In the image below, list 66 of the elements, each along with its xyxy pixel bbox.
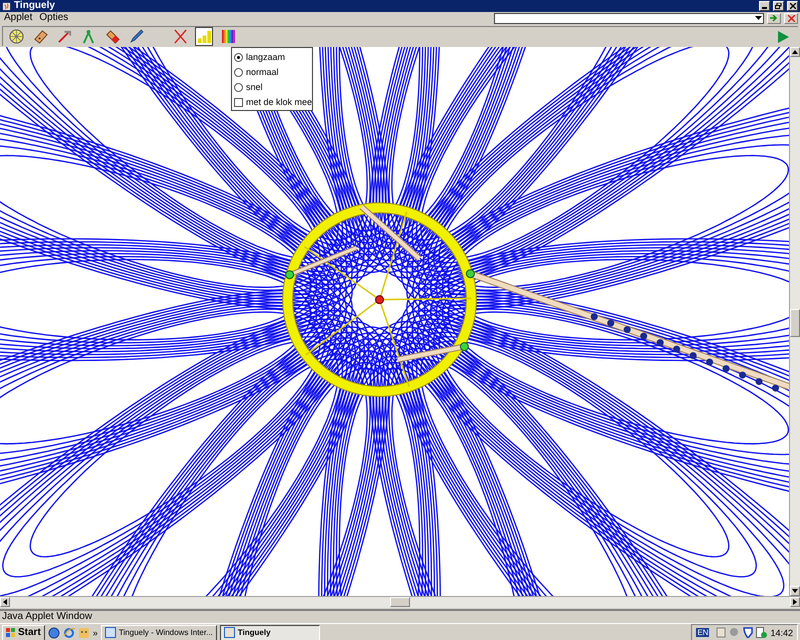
tool-button[interactable] bbox=[127, 27, 145, 46]
minimize-button[interactable] bbox=[759, 1, 770, 11]
menu-item[interactable]: Opties bbox=[37, 12, 74, 24]
pencil-icon bbox=[128, 29, 144, 44]
status-text: Java Applet Window bbox=[0, 609, 800, 622]
color-spectrum-icon bbox=[220, 29, 236, 44]
app-icon bbox=[104, 627, 116, 638]
taskbar-button[interactable]: Tinguely bbox=[220, 624, 320, 640]
scroll-down-button[interactable] bbox=[790, 586, 800, 596]
java-icon[interactable] bbox=[716, 627, 726, 638]
close-button[interactable] bbox=[787, 1, 798, 11]
right-arrow-icon bbox=[793, 599, 797, 606]
app-icon bbox=[224, 627, 235, 638]
windows-logo-icon bbox=[6, 628, 16, 638]
java-icon bbox=[2, 2, 11, 10]
left-arrow-icon bbox=[3, 599, 7, 606]
browser-icon[interactable] bbox=[62, 626, 75, 639]
clock: 14:42 bbox=[770, 628, 793, 638]
compass-icon bbox=[80, 29, 96, 44]
vertical-scrollbar[interactable] bbox=[789, 47, 800, 596]
stop-button[interactable] bbox=[784, 12, 798, 24]
taskbar-button[interactable]: Tinguely - Windows Inter... bbox=[100, 624, 217, 640]
go-button[interactable] bbox=[767, 12, 781, 24]
pin-icon bbox=[56, 29, 72, 44]
language-indicator[interactable]: EN bbox=[696, 628, 710, 638]
spirograph-canvas[interactable] bbox=[0, 47, 789, 596]
document-play-icon[interactable] bbox=[756, 627, 768, 638]
bar-chart-icon bbox=[196, 29, 212, 44]
tag-icon bbox=[32, 29, 48, 44]
shield-icon[interactable] bbox=[743, 627, 754, 638]
scroll-up-button[interactable] bbox=[790, 47, 800, 57]
eraser-icon bbox=[104, 29, 120, 44]
wheel-icon bbox=[8, 29, 24, 44]
close-icon bbox=[788, 14, 794, 22]
scroll-left-button[interactable] bbox=[0, 597, 10, 608]
globe-icon[interactable] bbox=[48, 626, 60, 639]
restore-icon bbox=[775, 3, 782, 9]
delete-icon bbox=[172, 29, 188, 44]
more-chevron[interactable]: » bbox=[92, 628, 98, 638]
up-arrow-icon bbox=[792, 50, 798, 54]
dropdown-caret-icon[interactable] bbox=[755, 14, 762, 20]
smiley-icon[interactable] bbox=[78, 626, 90, 639]
play-icon bbox=[777, 30, 789, 42]
address-field[interactable] bbox=[494, 12, 764, 24]
option-label: langzaam bbox=[246, 52, 286, 62]
scroll-right-button[interactable] bbox=[790, 597, 800, 608]
radio-button[interactable] bbox=[234, 82, 243, 92]
down-arrow-icon bbox=[792, 589, 798, 594]
tool-button[interactable] bbox=[7, 27, 25, 46]
arrow-icon bbox=[770, 14, 778, 22]
restore-button[interactable] bbox=[773, 1, 784, 11]
start-button[interactable]: Start bbox=[2, 624, 45, 640]
menu-item[interactable]: Applet bbox=[2, 12, 38, 24]
option-label: snel bbox=[246, 82, 263, 92]
scroll-thumb[interactable] bbox=[390, 597, 410, 608]
scroll-thumb[interactable] bbox=[790, 309, 800, 337]
radio-button[interactable] bbox=[234, 52, 243, 62]
close-icon bbox=[790, 3, 796, 9]
horizontal-scrollbar[interactable] bbox=[0, 596, 800, 608]
radio-button[interactable] bbox=[234, 68, 243, 76]
option-label: normaal bbox=[246, 67, 279, 77]
window-title: Tinguely bbox=[14, 0, 56, 12]
checkbox[interactable] bbox=[234, 98, 243, 106]
checkbox-label: met de klok mee bbox=[246, 97, 312, 107]
tool-button[interactable] bbox=[219, 27, 237, 46]
tool-button[interactable] bbox=[195, 27, 213, 46]
